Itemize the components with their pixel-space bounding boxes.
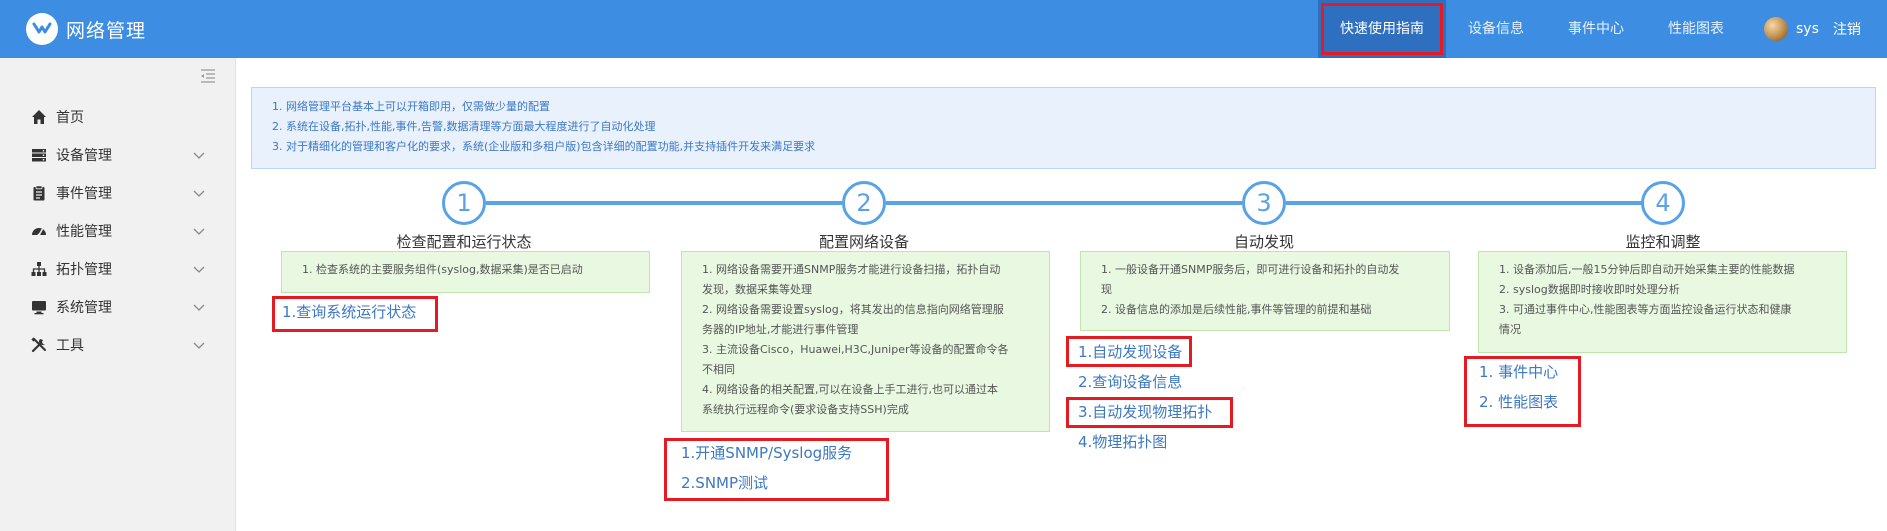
sitemap-icon — [30, 260, 48, 278]
step-1-description: 1. 检查系统的主要服务组件(syslog,数据采集)是否已启动 — [281, 251, 650, 293]
user-area: sys 注销 — [1764, 0, 1861, 58]
sidebar-item-event-management[interactable]: 事件管理 — [0, 174, 236, 212]
sidebar-item-label: 设备管理 — [56, 148, 112, 164]
sidebar-item-system-management[interactable]: 系统管理 — [0, 288, 236, 326]
guide-notice: 1. 网络管理平台基本上可以开箱即用，仅需做少量的配置 2. 系统在设备,拓扑,… — [251, 87, 1876, 169]
step-3-title: 自动发现 — [1233, 233, 1294, 251]
link-query-device-info[interactable]: 2.查询设备信息 — [1078, 367, 1182, 397]
sidebar-item-label: 工具 — [56, 338, 84, 354]
nav-quick-guide[interactable]: 快速使用指南 — [1318, 0, 1446, 58]
tools-icon — [30, 336, 48, 354]
link-query-system-status[interactable]: 1.查询系统运行状态 — [282, 297, 416, 327]
sidebar-collapse-icon[interactable] — [200, 68, 216, 83]
server-icon — [30, 146, 48, 164]
step-connector — [486, 201, 842, 205]
step-2-line: 3. 主流设备Cisco，Huawei,H3C,Juniper等设备的配置命令各 — [702, 343, 1009, 356]
sidebar-item-label: 拓扑管理 — [56, 262, 112, 278]
step-2-circle: 2 — [842, 181, 886, 225]
top-nav: 快速使用指南 设备信息 事件中心 性能图表 — [1318, 0, 1746, 58]
network-logo-icon — [26, 13, 58, 45]
sidebar-menu: 首页 设备管理 事件管理 性能管理 拓扑管理 系统管理 工具 — [0, 98, 236, 364]
step-1-title: 检查配置和运行状态 — [396, 233, 532, 251]
step-3-description: 1. 一般设备开通SNMP服务后，即可进行设备和拓扑的自动发 现 2. 设备信息… — [1080, 251, 1450, 331]
username[interactable]: sys — [1796, 21, 1819, 37]
nav-performance-chart[interactable]: 性能图表 — [1646, 0, 1746, 58]
highlight-box — [1464, 356, 1581, 427]
highlight-box — [272, 296, 438, 332]
step-2-line: 发现，数据采集等处理 — [702, 283, 812, 296]
chevron-down-icon — [192, 300, 206, 314]
link-event-center[interactable]: 1. 事件中心 — [1479, 357, 1558, 387]
avatar[interactable] — [1764, 17, 1788, 41]
step-3-line: 现 — [1101, 283, 1112, 296]
step-1-circle: 1 — [442, 181, 486, 225]
chevron-down-icon — [192, 338, 206, 352]
clipboard-icon — [30, 184, 48, 202]
sidebar-item-performance-management[interactable]: 性能管理 — [0, 212, 236, 250]
monitor-icon — [30, 298, 48, 316]
sidebar-item-home[interactable]: 首页 — [0, 98, 236, 136]
step-2-title: 配置网络设备 — [818, 233, 909, 251]
highlight-box — [1066, 397, 1233, 428]
step-2-description: 1. 网络设备需要开通SNMP服务才能进行设备扫描，拓扑自动 发现，数据采集等处… — [681, 251, 1050, 432]
step-2-line: 2. 网络设备需要设置syslog，将其发出的信息指向网络管理服 — [702, 303, 1004, 316]
sidebar-item-device-management[interactable]: 设备管理 — [0, 136, 236, 174]
chevron-down-icon — [192, 186, 206, 200]
sidebar-item-label: 首页 — [56, 110, 84, 126]
nav-event-center[interactable]: 事件中心 — [1546, 0, 1646, 58]
step-4-description: 1. 设备添加后,一般15分钟后即自动开始采集主要的性能数据 2. syslog… — [1478, 251, 1847, 353]
sidebar-item-label: 性能管理 — [56, 224, 112, 240]
link-snmp-test[interactable]: 2.SNMP测试 — [681, 468, 768, 498]
notice-line: 3. 对于精细化的管理和客户化的要求，系统(企业版和多租户版)包含详细的配置功能… — [272, 140, 816, 153]
steps-timeline: 1 检查配置和运行状态 1. 检查系统的主要服务组件(syslog,数据采集)是… — [0, 0, 1887, 531]
logout-link[interactable]: 注销 — [1833, 19, 1861, 39]
sidebar: 首页 设备管理 事件管理 性能管理 拓扑管理 系统管理 工具 — [0, 58, 236, 531]
notice-line: 1. 网络管理平台基本上可以开箱即用，仅需做少量的配置 — [272, 100, 550, 113]
chevron-down-icon — [192, 148, 206, 162]
sidebar-item-label: 系统管理 — [56, 300, 112, 316]
dashboard-icon — [30, 222, 48, 240]
home-icon — [30, 108, 48, 126]
highlight-box — [664, 438, 889, 501]
step-connector — [886, 201, 1242, 205]
chevron-down-icon — [192, 262, 206, 276]
sidebar-item-topology-management[interactable]: 拓扑管理 — [0, 250, 236, 288]
step-2-line: 4. 网络设备的相关配置,可以在设备上手工进行,也可以通过本 — [702, 383, 998, 396]
app-title: 网络管理 — [66, 19, 147, 42]
link-enable-snmp-syslog[interactable]: 1.开通SNMP/Syslog服务 — [681, 438, 852, 468]
step-2-line: 1. 网络设备需要开通SNMP服务才能进行设备扫描，拓扑自动 — [702, 263, 1001, 276]
link-auto-discover-devices[interactable]: 1.自动发现设备 — [1078, 337, 1182, 367]
link-performance-chart[interactable]: 2. 性能图表 — [1479, 387, 1558, 417]
step-2-line: 不相同 — [702, 363, 735, 376]
top-header: 网络管理 快速使用指南 设备信息 事件中心 性能图表 sys 注销 — [0, 0, 1887, 58]
step-4-title: 监控和调整 — [1625, 233, 1701, 251]
step-2-line: 系统执行远程命令(要求设备支持SSH)完成 — [702, 403, 909, 416]
step-4-circle: 4 — [1641, 181, 1685, 225]
brand[interactable]: 网络管理 — [26, 13, 146, 45]
step-1-line: 1. 检查系统的主要服务组件(syslog,数据采集)是否已启动 — [302, 263, 583, 276]
notice-line: 2. 系统在设备,拓扑,性能,事件,告警,数据清理等方面最大程度进行了自动化处理 — [272, 120, 656, 133]
step-4-line: 2. syslog数据即时接收即时处理分析 — [1499, 283, 1680, 296]
link-physical-topology-map[interactable]: 4.物理拓扑图 — [1078, 427, 1167, 457]
step-4-line: 情况 — [1499, 323, 1521, 336]
nav-device-info[interactable]: 设备信息 — [1446, 0, 1546, 58]
sidebar-item-label: 事件管理 — [56, 186, 112, 202]
step-3-line: 2. 设备信息的添加是后续性能,事件等管理的前提和基础 — [1101, 303, 1372, 316]
chevron-down-icon — [192, 224, 206, 238]
step-connector — [1286, 201, 1642, 205]
step-2-line: 务器的IP地址,才能进行事件管理 — [702, 323, 859, 336]
step-3-circle: 3 — [1242, 181, 1286, 225]
highlight-box — [1066, 336, 1192, 367]
step-4-line: 3. 可通过事件中心,性能图表等方面监控设备运行状态和健康 — [1499, 303, 1792, 316]
step-3-line: 1. 一般设备开通SNMP服务后，即可进行设备和拓扑的自动发 — [1101, 263, 1400, 276]
link-auto-discover-topology[interactable]: 3.自动发现物理拓扑 — [1078, 397, 1212, 427]
step-4-line: 1. 设备添加后,一般15分钟后即自动开始采集主要的性能数据 — [1499, 263, 1795, 276]
sidebar-item-tools[interactable]: 工具 — [0, 326, 236, 364]
